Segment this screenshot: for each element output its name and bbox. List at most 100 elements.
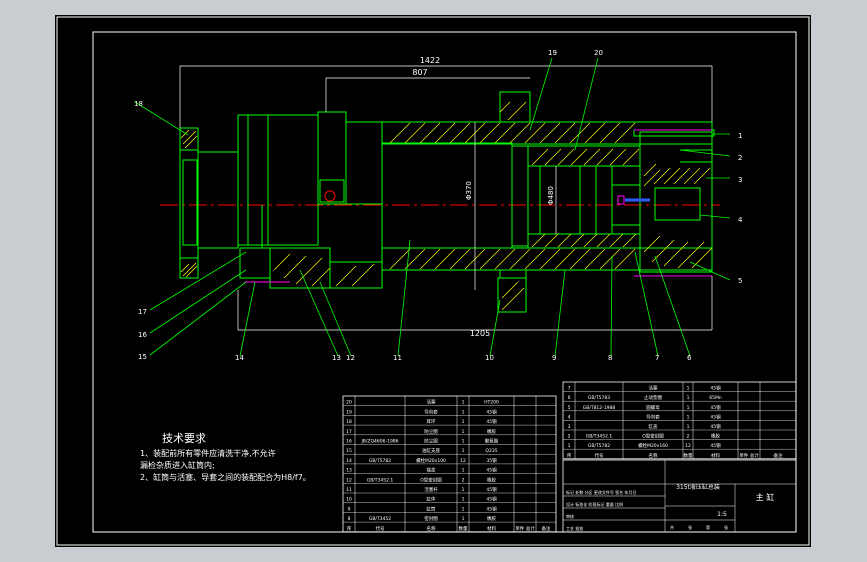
bom-right-cell: 5 <box>568 405 571 411</box>
bom-left-cell: 1 <box>462 468 465 474</box>
bom-left-cell: 15 <box>346 448 352 454</box>
bom-left-cell: 缸体 <box>427 496 436 503</box>
bom-left-cell: 1 <box>462 409 465 415</box>
dim-bore-a: Φ370 <box>465 181 473 200</box>
bom-right-cell: 螺栓M20x160 <box>638 442 668 449</box>
bom-right-cell: 45钢 <box>710 442 721 449</box>
bom-right-cell: GB/T3452.1 <box>586 434 613 440</box>
bom-right-cell: 圆螺母 <box>646 404 660 411</box>
sign-row-3: 审核 <box>566 513 574 519</box>
balloon-12: 12 <box>346 354 355 362</box>
bom-right-cell: GB/T812-1988 <box>583 405 616 411</box>
bom-left-header-cell: 代号 <box>376 525 385 532</box>
sign-row-2: 设计 标准化 阶段标记 重量 比例 <box>566 501 623 507</box>
balloon-17: 17 <box>138 308 147 316</box>
bom-left-cell: 橡胶 <box>487 515 496 522</box>
balloon-11: 11 <box>393 354 402 362</box>
bom-left-cell: 1 <box>462 487 465 493</box>
bom-left-cell: 防尘圈 <box>424 428 438 435</box>
bom-left-cell: GB/T3452.1 <box>367 477 394 483</box>
bom-right-cell: 1 <box>687 395 690 401</box>
page-label-1: 共 <box>670 524 674 530</box>
bom-left-cell: 12 <box>346 477 352 483</box>
bom-left-header-cell: 序 <box>347 525 352 532</box>
bom-right-cell: 缸盖 <box>649 423 658 430</box>
balloon-2: 2 <box>738 154 742 162</box>
sign-row-4: 工艺 批准 <box>566 525 583 531</box>
bom-left-cell: 45钢 <box>486 467 497 474</box>
bom-left-cell: JB/ZQ4606-1986 <box>360 439 398 445</box>
page-label-4: 张 <box>724 524 728 530</box>
balloon-15: 15 <box>138 353 147 361</box>
cad-viewport[interactable]: 1422 807 1205 Φ370 Φ480 1 2 3 4 5 19 20 … <box>0 0 867 562</box>
bom-left-cell: 12 <box>460 458 466 464</box>
bom-right-cell: 45钢 <box>710 423 721 430</box>
bom-left-cell: 13 <box>346 468 352 474</box>
bom-left-header-cell: 材料 <box>487 525 496 532</box>
balloon-1: 1 <box>738 132 742 140</box>
bom-left-cell: 18 <box>346 419 352 425</box>
bom-right-cell: 2 <box>687 434 690 440</box>
balloon-10: 10 <box>485 354 494 362</box>
sign-row-1: 标记 处数 分区 更改文件号 签名 年月日 <box>566 489 636 495</box>
drawing-name: 315t液压缸总装 <box>676 483 720 491</box>
bom-left-cell: Q235 <box>485 448 497 454</box>
bom-left-cell: GB/T5782 <box>369 458 391 464</box>
bom-left-cell: O型密封圈 <box>420 476 442 483</box>
bom-left-cell: 45钢 <box>486 408 497 415</box>
balloon-19: 19 <box>548 49 557 57</box>
bom-left-cell: 聚氨酯 <box>485 438 499 445</box>
bom-right-cell: 6 <box>568 395 571 401</box>
bom-left-cell: 橡胶 <box>487 476 496 483</box>
balloon-18: 18 <box>134 100 143 108</box>
bom-left-cell: 耳环 <box>427 419 436 425</box>
balloon-3: 3 <box>738 176 742 184</box>
bom-right-cell: 4 <box>568 414 571 420</box>
bom-left-cell: 1 <box>462 506 465 512</box>
balloon-4: 4 <box>738 216 743 224</box>
scale-value: 1:5 <box>717 511 727 518</box>
dim-stroke: 807 <box>412 68 427 77</box>
bom-left-cell: 橡胶 <box>487 428 496 435</box>
bom-left-cell: 16 <box>346 439 352 445</box>
bom-left-cell: 2 <box>462 477 465 483</box>
bom-left-header-cell: 名称 <box>427 525 436 532</box>
bom-left-cell: 45钢 <box>486 496 497 503</box>
balloon-8: 8 <box>608 354 612 362</box>
bom-left-cell: 1 <box>462 419 465 425</box>
balloon-13: 13 <box>332 354 341 362</box>
bom-right-cell: 45钢 <box>710 413 721 420</box>
dim-overall: 1422 <box>420 56 440 65</box>
bom-left-cell: 缸筒 <box>427 505 436 512</box>
bom-left-cell: 14 <box>346 458 352 464</box>
bom-right-header-cell: 代号 <box>595 452 604 459</box>
drawing-sheet: 1422 807 1205 Φ370 Φ480 1 2 3 4 5 19 20 … <box>55 15 811 547</box>
bom-left-header-cell: 数量 <box>459 525 468 532</box>
balloon-6: 6 <box>687 354 692 362</box>
bom-right-header-cell: 材料 <box>711 452 720 459</box>
bom-right-cell: 止动垫圈 <box>644 394 662 401</box>
balloon-7: 7 <box>655 354 659 362</box>
bom-left-cell: 螺栓M20x100 <box>416 457 446 464</box>
bom-left-cell: 活塞杆 <box>424 486 438 493</box>
bom-left-cell: 20 <box>346 400 352 406</box>
bom-right-cell: 3 <box>568 424 571 430</box>
bom-left-header-cell: 备注 <box>542 525 551 532</box>
dim-bore-b: Φ480 <box>547 186 555 205</box>
balloon-20: 20 <box>594 49 603 57</box>
bom-left-cell: 防尘圈 <box>424 438 438 445</box>
bom-right-cell: 45钢 <box>710 404 721 411</box>
balloon-14: 14 <box>235 354 244 362</box>
bom-right-header-cell: 名称 <box>649 452 658 459</box>
bom-right-cell: 65Mn <box>709 395 722 401</box>
notes-title: 技术要求 <box>162 432 206 445</box>
balloon-5: 5 <box>738 277 742 285</box>
bom-right-header-cell: 单件 总计 <box>739 452 759 459</box>
bom-left-cell: 11 <box>346 487 352 493</box>
bom-right-cell: 12 <box>685 443 691 449</box>
bom-left-cell: 1 <box>462 439 465 445</box>
bom-left-cell: 1 <box>462 516 465 522</box>
page-label-2: 张 <box>688 524 692 530</box>
bom-right-cell: GB/T5782 <box>588 443 610 449</box>
bom-left-cell: 19 <box>346 409 352 415</box>
